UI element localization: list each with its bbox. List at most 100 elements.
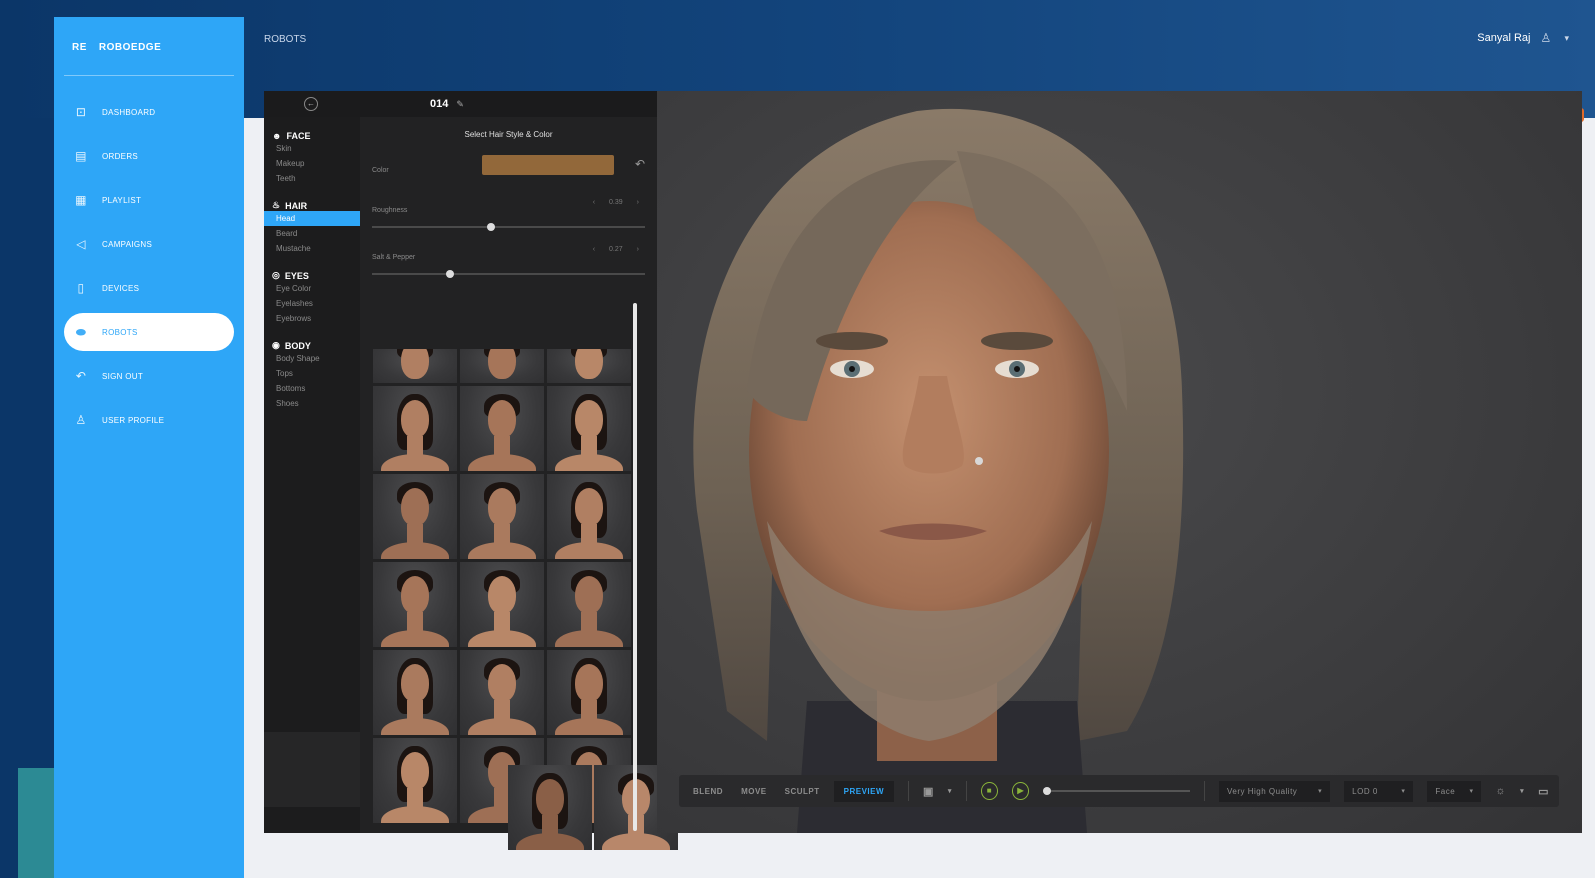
sidebar-item-label: CAMPAIGNS — [102, 239, 153, 249]
neck — [407, 612, 423, 636]
subcategory-eyelashes[interactable]: Eyelashes — [274, 296, 360, 311]
brand-logo[interactable]: RE ROBOEDGE — [54, 17, 244, 61]
head — [575, 349, 603, 379]
roughness-slider[interactable] — [372, 223, 645, 231]
user-icon: ♙ — [75, 413, 87, 427]
lod-select[interactable]: LOD 0 ▾ — [1344, 780, 1414, 802]
mode-tab-blend[interactable]: BLEND — [689, 781, 727, 802]
chevron-right-icon[interactable]: › — [637, 246, 639, 253]
logo-icon: RE — [72, 41, 87, 53]
hairstyle-thumbnail[interactable] — [373, 386, 457, 471]
hairstyle-thumbnail[interactable] — [547, 349, 631, 383]
head — [401, 488, 429, 526]
hairstyle-thumbnail[interactable] — [460, 386, 544, 471]
scrollbar[interactable] — [633, 303, 637, 831]
sidebar-item-devices[interactable]: ▯ DEVICES — [54, 266, 244, 310]
head — [401, 752, 429, 790]
subcategory-beard[interactable]: Beard — [274, 226, 360, 241]
subcategory-eyebrows[interactable]: Eyebrows — [274, 311, 360, 326]
timeline-slider[interactable] — [1043, 787, 1191, 795]
head — [488, 400, 516, 438]
category-header[interactable]: ◎ EYES — [272, 270, 360, 281]
category-label: BODY — [284, 340, 311, 351]
edit-icon[interactable]: ✎ — [456, 99, 464, 110]
hairstyle-thumbnail[interactable] — [547, 474, 631, 559]
chevron-right-icon[interactable]: › — [637, 199, 639, 206]
sidebar-nav: ⊡ DASHBOARD ▤ ORDERS ▦ PLAYLIST ◁ CAMPAIGNS ▯ DEV… — [54, 90, 244, 442]
sidebar-item-dashboard[interactable]: ⊡ DASHBOARD — [54, 90, 244, 134]
chevron-left-icon[interactable]: ‹ — [593, 199, 595, 206]
sidebar-item-label: USER PROFILE — [102, 415, 165, 425]
lod-value: LOD 0 — [1352, 786, 1378, 796]
sidebar-item-robots[interactable]: ⬬ ROBOTS — [64, 313, 234, 351]
camera-icon[interactable]: ▣ — [923, 785, 934, 798]
layout-icon[interactable]: ▭ — [1538, 785, 1549, 798]
sidebar-item-user-profile[interactable]: ♙ USER PROFILE — [54, 398, 244, 442]
subcategory-eye-color[interactable]: Eye Color — [274, 281, 360, 296]
category-footer — [264, 732, 360, 807]
sidebar-item-playlist[interactable]: ▦ PLAYLIST — [54, 178, 244, 222]
quality-select[interactable]: Very High Quality ▾ — [1218, 780, 1331, 802]
user-name: Sanyal Raj — [1477, 32, 1531, 44]
chevron-left-icon[interactable]: ‹ — [593, 246, 595, 253]
lighting-icon[interactable]: ☼ — [1495, 785, 1506, 797]
roughness-stepper[interactable]: ‹ 0.39 › — [593, 199, 639, 206]
salt-pepper-row: Salt & Pepper ‹ 0.27 › — [372, 246, 645, 278]
hairstyle-thumbnail[interactable] — [547, 562, 631, 647]
salt-pepper-label: Salt & Pepper — [372, 254, 416, 261]
mode-tab-move[interactable]: MOVE — [737, 781, 771, 802]
timeline-handle[interactable] — [1043, 787, 1052, 795]
slider-handle[interactable] — [486, 223, 495, 231]
hairstyle-thumbnail[interactable] — [508, 765, 592, 850]
hairstyle-thumbnail[interactable] — [373, 650, 457, 735]
mode-tab-preview[interactable]: PREVIEW — [833, 780, 895, 802]
play-icon[interactable]: ▶ — [1012, 782, 1030, 800]
neck — [581, 436, 597, 460]
avatar-viewport[interactable]: BLEND MOVE SCULPT PREVIEW ▣ ▾ ■ ▶ Very High… — [657, 91, 1582, 833]
back-icon[interactable]: ← — [304, 97, 318, 111]
subcategory-tops[interactable]: Tops — [274, 366, 360, 381]
subcategory-mustache[interactable]: Mustache — [274, 241, 360, 256]
hairstyle-thumbnail[interactable] — [373, 474, 457, 559]
subcategory-head[interactable]: Head — [264, 211, 360, 226]
view-select[interactable]: Face ▾ — [1427, 780, 1482, 802]
salt-pepper-stepper[interactable]: ‹ 0.27 › — [593, 246, 639, 253]
category-header[interactable]: ◉ BODY — [272, 340, 360, 351]
neck — [407, 788, 423, 812]
sidebar-item-label: ORDERS — [102, 151, 139, 161]
subcategory-body-shape[interactable]: Body Shape — [274, 351, 360, 366]
slider-handle[interactable] — [445, 270, 454, 278]
sidebar-item-orders[interactable]: ▤ ORDERS — [54, 134, 244, 178]
chevron-down-icon[interactable]: ▾ — [1520, 787, 1524, 795]
brand-name: ROBOEDGE — [98, 41, 162, 53]
stop-icon[interactable]: ■ — [980, 782, 999, 800]
head — [488, 664, 516, 702]
hairstyle-thumbnail[interactable] — [460, 562, 544, 647]
hairstyle-thumbnail[interactable] — [460, 474, 544, 559]
hairstyle-thumbnail[interactable] — [373, 562, 457, 647]
hairstyle-thumbnail[interactable] — [373, 349, 457, 383]
subcategory-bottoms[interactable]: Bottoms — [274, 381, 360, 396]
color-swatch[interactable] — [482, 155, 614, 175]
user-menu[interactable]: Sanyal Raj ♙ ▾ — [1477, 31, 1569, 45]
head — [488, 576, 516, 614]
subcategory-teeth[interactable]: Teeth — [274, 171, 360, 186]
category-header[interactable]: ☻ FACE — [272, 131, 360, 141]
subcategory-skin[interactable]: Skin — [274, 141, 360, 156]
hairstyle-thumbnail[interactable] — [547, 386, 631, 471]
hairstyle-thumbnail[interactable] — [547, 650, 631, 735]
hairstyle-thumbnail[interactable] — [460, 349, 544, 383]
hairstyle-thumbnail[interactable] — [460, 650, 544, 735]
mode-tab-sculpt[interactable]: SCULPT — [781, 781, 824, 802]
hairstyle-thumbnail[interactable] — [373, 738, 457, 823]
salt-pepper-slider[interactable] — [372, 270, 645, 278]
sidebar-item-sign-out[interactable]: ↶ SIGN OUT — [54, 354, 244, 398]
editor-left-panel: ← 014 ✎ ☻ FACE Skin Makeup Teeth ♨ HAIR Head Bea… — [264, 91, 678, 850]
subcategory-makeup[interactable]: Makeup — [274, 156, 360, 171]
chevron-down-icon[interactable]: ▾ — [948, 787, 952, 795]
sidebar-item-campaigns[interactable]: ◁ CAMPAIGNS — [54, 222, 244, 266]
hair-panel: Select Hair Style & Color Color ↶ Roughn… — [360, 117, 678, 850]
subcategory-shoes[interactable]: Shoes — [274, 396, 360, 411]
undo-icon[interactable]: ↶ — [635, 157, 645, 171]
category-header[interactable]: ♨ HAIR — [272, 200, 360, 211]
